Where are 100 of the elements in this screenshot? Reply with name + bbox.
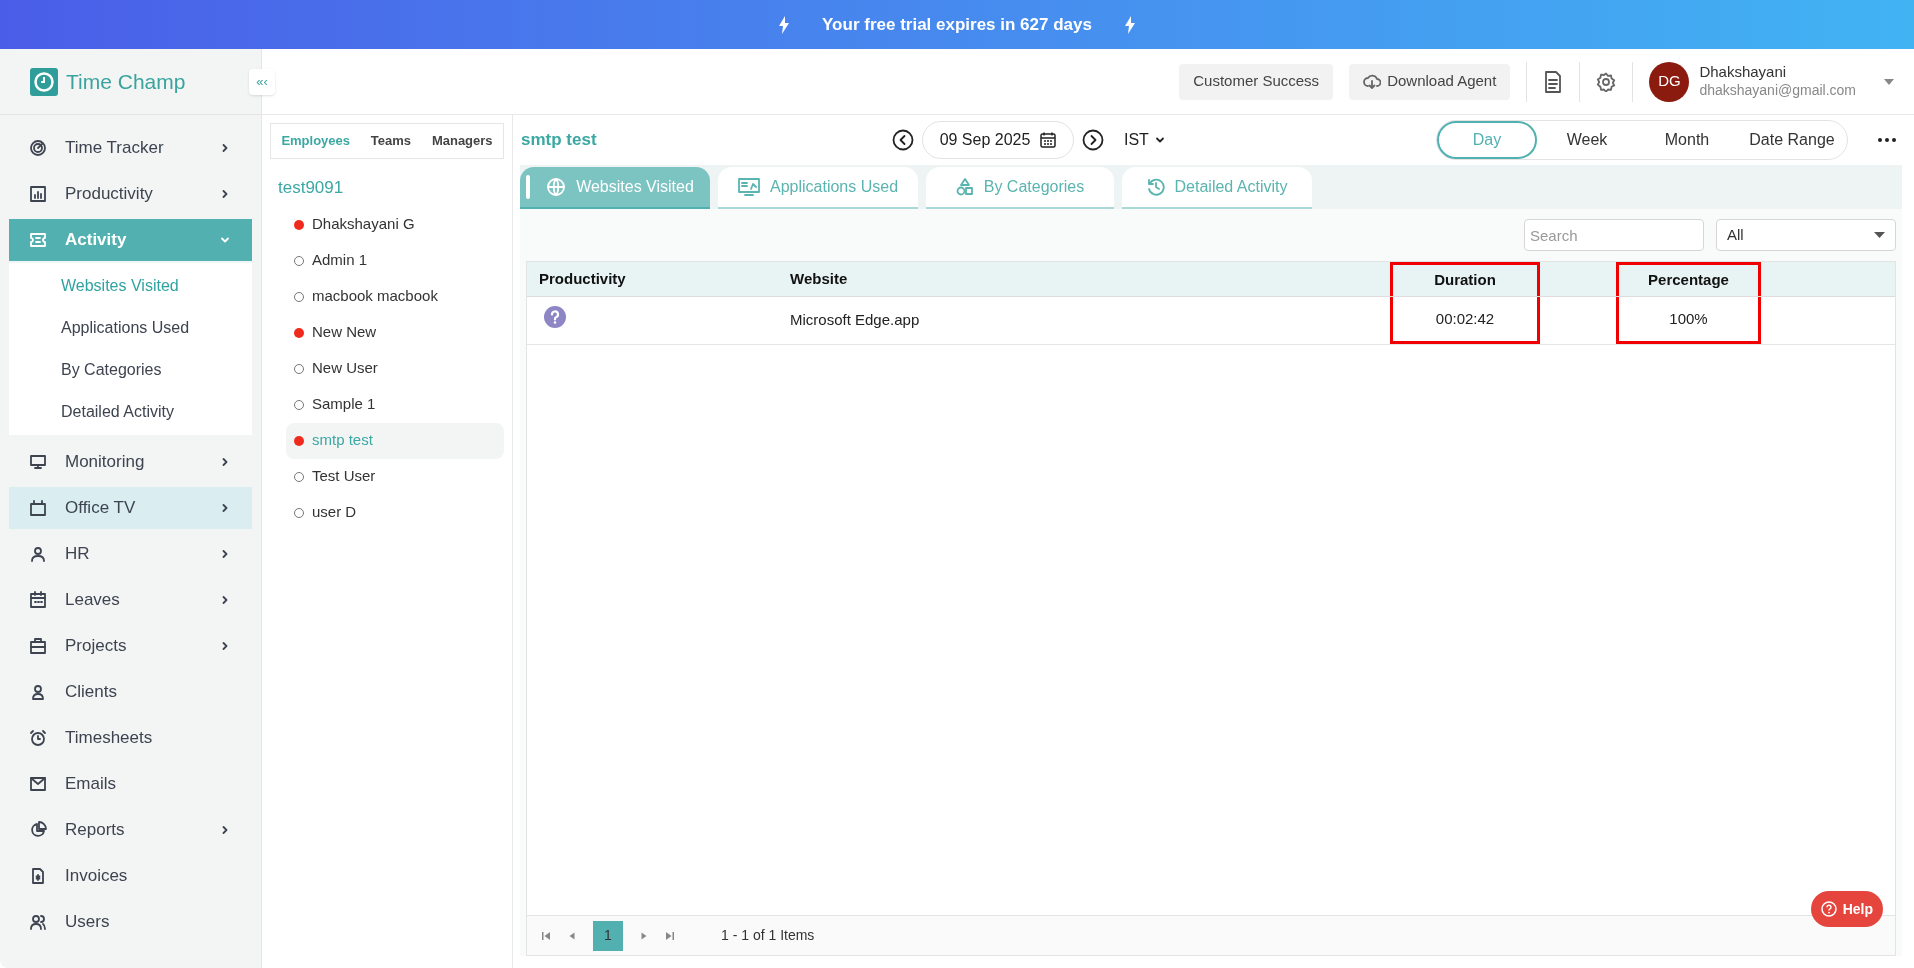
- target-icon: [29, 139, 47, 157]
- chevron-right-icon: [220, 503, 230, 513]
- question-mark-icon: [1820, 901, 1837, 917]
- range-option[interactable]: Week: [1537, 121, 1637, 159]
- document-icon[interactable]: [1543, 70, 1564, 93]
- chevron-right-icon: [220, 143, 230, 153]
- chevron-right-icon: [220, 825, 230, 835]
- sidebar-item[interactable]: Clients: [9, 671, 252, 713]
- sidebar-label: Monitoring: [65, 451, 146, 474]
- users-icon: [29, 913, 47, 931]
- sidebar-label: Emails: [65, 773, 117, 796]
- user-avatar[interactable]: DG: [1649, 61, 1690, 102]
- sidebar-label: Projects: [65, 635, 128, 658]
- caret-down-icon[interactable]: [1884, 78, 1894, 85]
- sidebar-label: Office TV: [65, 497, 137, 520]
- calendar-icon: [29, 591, 47, 609]
- pagination-summary: 1 - 1 of 1 Items: [721, 926, 815, 945]
- download-button[interactable]: Download Agent: [1349, 63, 1511, 100]
- next-day-icon[interactable]: [1082, 129, 1104, 151]
- person-icon: [29, 545, 47, 563]
- app-logo-text: Time Champ: [66, 68, 186, 95]
- sidebar-item[interactable]: Monitoring: [9, 441, 252, 483]
- last-page-icon[interactable]: [665, 930, 675, 941]
- sidebar-item[interactable]: Reports: [9, 809, 252, 851]
- chevron-right-icon: [220, 189, 230, 199]
- employee-item[interactable]: Test User: [286, 458, 504, 495]
- next-page-icon[interactable]: [639, 930, 649, 941]
- sidebar-item[interactable]: Emails: [9, 763, 252, 805]
- shapes-icon: [955, 178, 974, 196]
- sidebar-label: Reports: [65, 819, 126, 842]
- header-button[interactable]: Customer Success: [1179, 63, 1334, 100]
- column-header: Productivity: [538, 268, 627, 289]
- chevron-right-icon: [220, 641, 230, 651]
- person-icon: [29, 683, 47, 701]
- question-mark-icon: [544, 306, 566, 329]
- monitor-icon: [737, 177, 760, 197]
- envelope-icon: [29, 775, 47, 793]
- table-cell-text: Microsoft Edge.app: [789, 310, 921, 331]
- employee-item[interactable]: macbook macbook: [286, 278, 504, 315]
- employee-item[interactable]: user D: [286, 494, 504, 531]
- sidebar-label: Invoices: [65, 865, 129, 888]
- sidebar-item[interactable]: Office TV: [9, 487, 252, 529]
- sidebar-item[interactable]: Users: [9, 901, 252, 943]
- submenu-item[interactable]: Detailed Activity: [9, 391, 252, 433]
- employee-item[interactable]: Admin 1: [286, 242, 504, 279]
- range-option[interactable]: Date Range: [1737, 121, 1847, 159]
- sidebar-label: Time Tracker: [65, 137, 165, 160]
- search-field[interactable]: Search: [1524, 219, 1704, 251]
- range-option[interactable]: Month: [1637, 121, 1737, 159]
- ticket-icon: [29, 231, 47, 249]
- panel-tab[interactable]: Managers: [431, 131, 493, 151]
- timezone-select[interactable]: IST: [1124, 128, 1165, 152]
- table-cell: 00:02:42: [1390, 297, 1540, 344]
- clock-logo-icon: [30, 67, 58, 96]
- employee-item[interactable]: Dhakshayani G: [286, 206, 504, 243]
- sidebar-label: Users: [65, 911, 111, 934]
- sidebar-label: Productivity: [65, 183, 154, 206]
- employee-item[interactable]: Sample 1: [286, 386, 504, 423]
- filter-dropdown[interactable]: All: [1716, 219, 1896, 251]
- column-header: Website: [789, 268, 849, 289]
- tv-icon: [29, 499, 47, 517]
- column-header: Percentage: [1616, 262, 1761, 296]
- sidebar-item[interactable]: Time Tracker: [9, 127, 252, 169]
- page-button[interactable]: 1: [593, 920, 623, 951]
- panel-tab[interactable]: Teams: [370, 131, 412, 151]
- column-header: Duration: [1390, 262, 1540, 296]
- help-button[interactable]: Help: [1810, 891, 1883, 927]
- lightning-icon: [1123, 15, 1136, 34]
- sidebar-item[interactable]: Projects: [9, 625, 252, 667]
- more-options-icon[interactable]: [1878, 138, 1896, 142]
- caret-down-icon: [1874, 232, 1885, 238]
- sidebar-label: Clients: [65, 681, 118, 704]
- employee-title: smtp test: [520, 129, 598, 152]
- globe-icon: [546, 177, 567, 197]
- employee-item[interactable]: New New: [286, 314, 504, 351]
- sidebar-item[interactable]: Leaves: [9, 579, 252, 621]
- sidebar-item[interactable]: Productivity: [9, 173, 252, 215]
- previous-page-icon[interactable]: [567, 930, 577, 941]
- sidebar-item[interactable]: Timesheets: [9, 717, 252, 759]
- chevron-right-icon: [220, 595, 230, 605]
- sidebar-label: Timesheets: [65, 727, 154, 750]
- sidebar-label: Leaves: [65, 589, 121, 612]
- cloud-download-icon: [1363, 72, 1382, 91]
- submenu-item[interactable]: Applications Used: [9, 307, 252, 349]
- chevron-down-icon: [220, 235, 230, 245]
- monitor-icon: [29, 453, 47, 471]
- table-cell: 100%: [1616, 297, 1761, 344]
- employee-item[interactable]: New User: [286, 350, 504, 387]
- sidebar-item[interactable]: Invoices: [9, 855, 252, 897]
- previous-day-icon[interactable]: [892, 129, 914, 151]
- invoice-icon: [29, 867, 47, 885]
- settings-icon[interactable]: [1596, 71, 1617, 92]
- chevron-right-icon: [220, 457, 230, 467]
- sidebar-item[interactable]: HR: [9, 533, 252, 575]
- first-page-icon[interactable]: [541, 930, 551, 941]
- briefcase-icon: [29, 637, 47, 655]
- user-email: dhakshayani@gmail.com: [1699, 82, 1856, 100]
- alarm-clock-icon: [29, 729, 47, 747]
- lightning-icon: [778, 15, 791, 34]
- submenu-item[interactable]: By Categories: [9, 349, 252, 391]
